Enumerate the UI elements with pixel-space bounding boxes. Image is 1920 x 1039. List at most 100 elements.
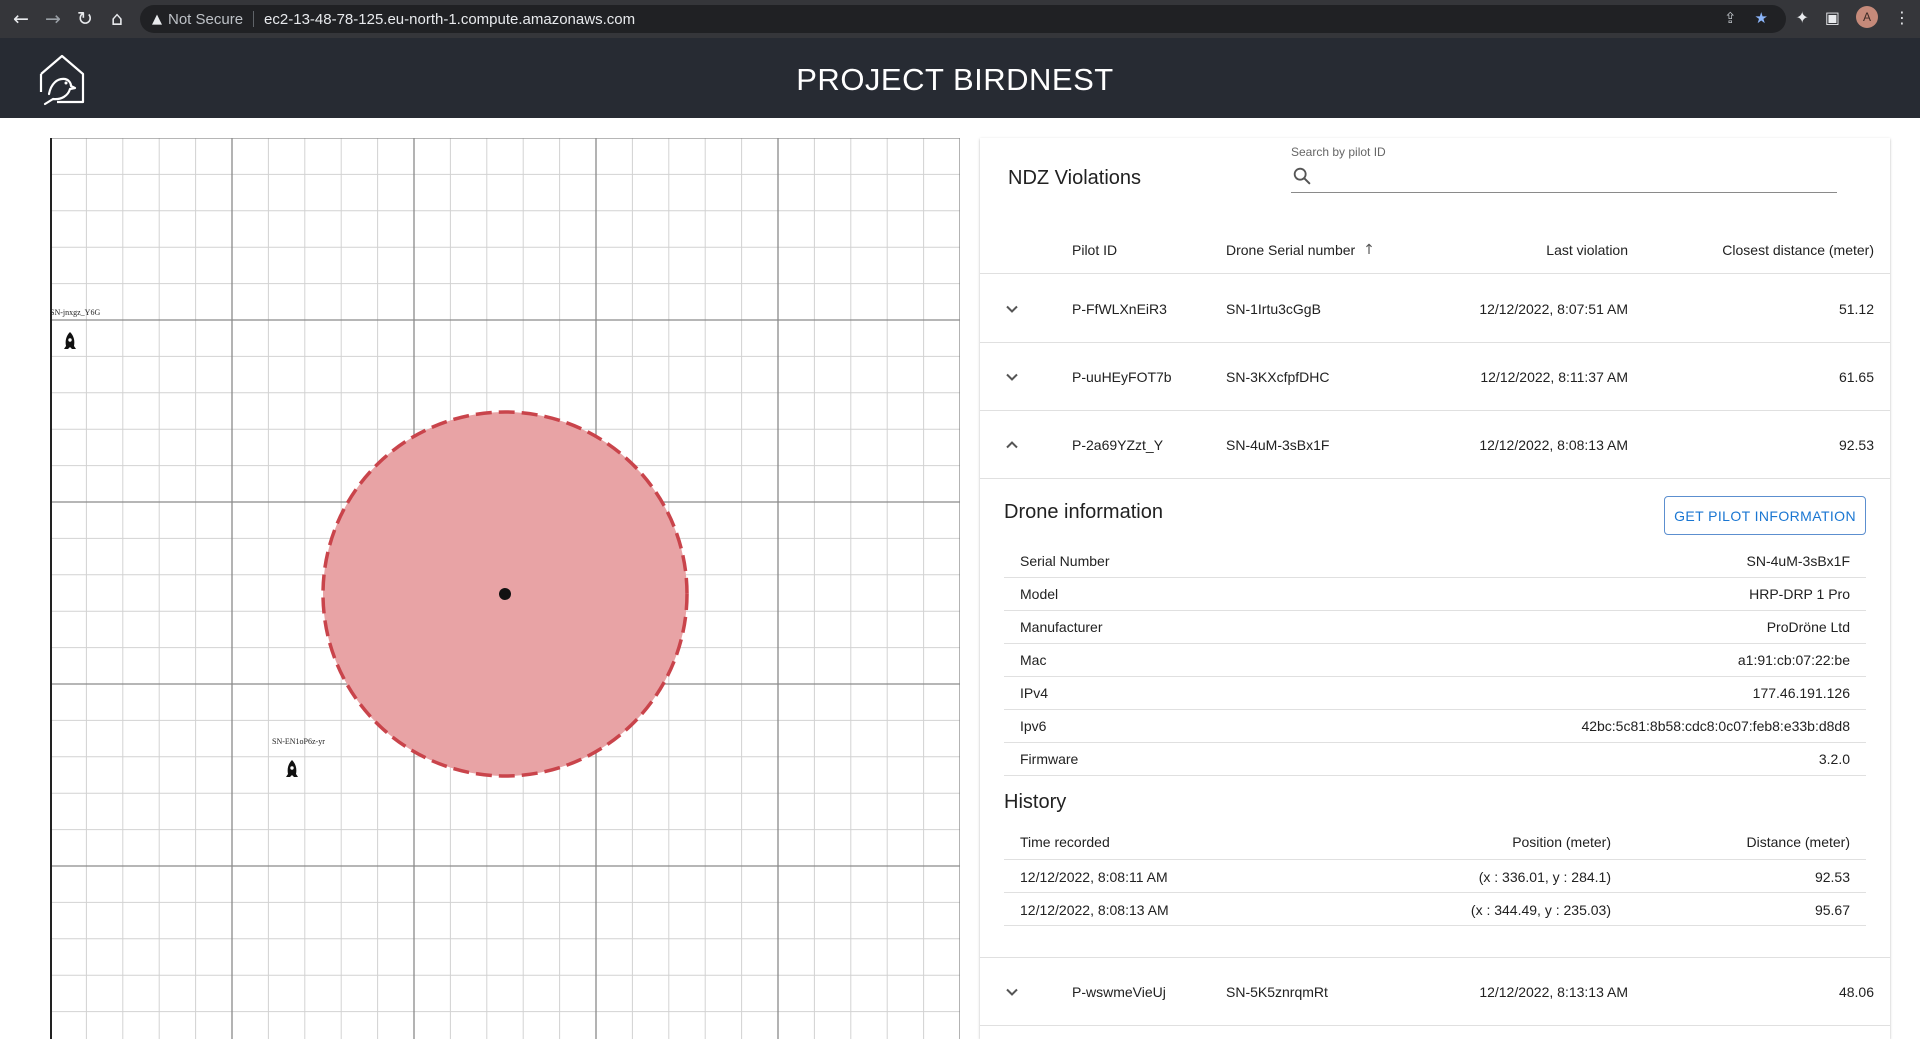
- table-row[interactable]: P-2a69YZzt_Y SN-4uM-3sBx1F 12/12/2022, 8…: [980, 411, 1890, 479]
- column-closest-distance[interactable]: Closest distance (meter): [1722, 226, 1874, 273]
- info-key: IPv4: [1020, 685, 1049, 701]
- chevron-down-icon: [1006, 988, 1018, 996]
- search-input[interactable]: [1319, 165, 1829, 189]
- expand-row-button[interactable]: [998, 978, 1026, 1006]
- drone-info-table: Serial Number SN-4uM-3sBx1F Model HRP-DR…: [1004, 545, 1866, 776]
- chevron-up-icon: [1006, 441, 1018, 449]
- browser-toolbar: ← → ↻ ⌂ ▲ Not Secure ec2-13-48-78-125.eu…: [0, 0, 1920, 38]
- drone-icon[interactable]: [64, 332, 76, 349]
- security-label: Not Secure: [168, 10, 244, 28]
- last-violation-cell: 12/12/2022, 8:11:37 AM: [1480, 368, 1628, 385]
- info-key: Manufacturer: [1020, 619, 1103, 635]
- history-time: 12/12/2022, 8:08:13 AM: [1020, 902, 1169, 918]
- info-value: 42bc:5c81:8b58:cdc8:0c07:feb8:e33b:d8d8: [1581, 718, 1850, 734]
- last-violation-cell: 12/12/2022, 8:13:13 AM: [1479, 983, 1628, 1000]
- table-row[interactable]: P-uuHEyFOT7b SN-3KXcfpfDHC 12/12/2022, 8…: [980, 343, 1890, 411]
- info-value: SN-4uM-3sBx1F: [1746, 553, 1850, 569]
- map-grid: SN-jnxgz_Y6G SN-EN1oP6z-yr: [50, 138, 960, 1039]
- search-icon: [1293, 167, 1311, 185]
- serial-cell: SN-5K5znrqmRt: [1226, 983, 1328, 1000]
- pilot-id-cell: P-2a69YZzt_Y: [1072, 436, 1164, 453]
- table-header: Pilot ID Drone Serial number ↑ Last viol…: [980, 226, 1890, 274]
- history-position: (x : 336.01, y : 284.1): [1478, 869, 1611, 885]
- info-row: IPv4 177.46.191.126: [1004, 677, 1866, 710]
- history-title: History: [1004, 791, 1067, 813]
- closest-distance-cell: 48.06: [1838, 983, 1874, 1000]
- drone-label: SN-jnxgz_Y6G: [50, 308, 100, 317]
- pilot-id-cell: P-FfWLXnEiR3: [1072, 300, 1167, 317]
- get-pilot-info-button[interactable]: GET PILOT INFORMATION: [1664, 496, 1866, 535]
- history-table: Time recorded Position (meter) Distance …: [1004, 825, 1866, 926]
- search-field[interactable]: [1291, 163, 1837, 193]
- drone-icon[interactable]: [286, 760, 298, 777]
- nest-center: [499, 588, 511, 600]
- history-distance: 92.53: [1814, 869, 1850, 885]
- info-value: ProDröne Ltd: [1766, 619, 1850, 635]
- last-violation-cell: 12/12/2022, 8:07:51 AM: [1479, 300, 1628, 317]
- bookmark-star-icon[interactable]: ★: [1755, 9, 1768, 27]
- divider: [253, 11, 255, 27]
- pilot-id-cell: P-wswmeVieUj: [1072, 983, 1166, 1000]
- chevron-down-icon: [1006, 305, 1018, 313]
- column-last-violation[interactable]: Last violation: [1546, 226, 1628, 273]
- expand-row-button[interactable]: [998, 363, 1026, 391]
- menu-kebab-icon[interactable]: ⋮: [1894, 8, 1910, 27]
- info-row: Firmware 3.2.0: [1004, 743, 1866, 776]
- extensions-icon[interactable]: ✦: [1795, 8, 1808, 27]
- column-pilot-id[interactable]: Pilot ID: [1072, 226, 1117, 273]
- address-bar[interactable]: ▲ Not Secure ec2-13-48-78-125.eu-north-1…: [140, 5, 1786, 33]
- column-serial[interactable]: Drone Serial number ↑: [1226, 226, 1375, 273]
- info-key: Mac: [1020, 652, 1047, 668]
- closest-distance-cell: 51.12: [1838, 300, 1874, 317]
- back-icon[interactable]: ←: [6, 4, 36, 34]
- info-key: Serial Number: [1020, 553, 1110, 569]
- drone-map[interactable]: SN-jnxgz_Y6G SN-EN1oP6z-yr: [50, 138, 960, 1039]
- collapse-row-button[interactable]: [998, 431, 1026, 459]
- table-row[interactable]: P-wswmeVieUj SN-5K5znrqmRt 12/12/2022, 8…: [980, 958, 1890, 1026]
- history-col-distance: Distance (meter): [1746, 834, 1850, 850]
- history-header: Time recorded Position (meter) Distance …: [1004, 825, 1866, 860]
- info-row: Mac a1:91:cb:07:22:be: [1004, 644, 1866, 677]
- history-distance: 95.67: [1814, 902, 1850, 918]
- chevron-down-icon: [1006, 373, 1018, 381]
- sort-ascending-icon[interactable]: ↑: [1363, 242, 1375, 258]
- page-title: PROJECT BIRDNEST: [796, 62, 1114, 97]
- history-col-time: Time recorded: [1020, 834, 1110, 850]
- history-time: 12/12/2022, 8:08:11 AM: [1020, 869, 1168, 885]
- side-panel-icon[interactable]: ▣: [1825, 8, 1840, 27]
- serial-cell: SN-1Irtu3cGgB: [1226, 300, 1321, 317]
- info-row: Ipv6 42bc:5c81:8b58:cdc8:0c07:feb8:e33b:…: [1004, 710, 1866, 743]
- drone-info-title: Drone information: [1004, 501, 1163, 523]
- expand-row-button[interactable]: [998, 295, 1026, 323]
- last-violation-cell: 12/12/2022, 8:08:13 AM: [1479, 436, 1628, 453]
- reload-icon[interactable]: ↻: [70, 4, 100, 34]
- closest-distance-cell: 61.65: [1838, 368, 1874, 385]
- closest-distance-cell: 92.53: [1838, 436, 1874, 453]
- info-value: HRP-DRP 1 Pro: [1749, 586, 1850, 602]
- violations-panel: NDZ Violations Search by pilot ID Pilot …: [980, 138, 1890, 1039]
- info-value: 3.2.0: [1818, 751, 1850, 767]
- serial-cell: SN-3KXcfpfDHC: [1226, 368, 1330, 385]
- home-icon[interactable]: ⌂: [102, 4, 132, 34]
- history-row: 12/12/2022, 8:08:13 AM (x : 344.49, y : …: [1004, 893, 1866, 926]
- info-row: Serial Number SN-4uM-3sBx1F: [1004, 545, 1866, 578]
- history-row: 12/12/2022, 8:08:11 AM (x : 336.01, y : …: [1004, 860, 1866, 893]
- warning-icon: ▲: [152, 11, 162, 27]
- info-row: Manufacturer ProDröne Ltd: [1004, 611, 1866, 644]
- forward-icon[interactable]: →: [38, 4, 68, 34]
- info-key: Firmware: [1020, 751, 1079, 767]
- info-value: a1:91:cb:07:22:be: [1737, 652, 1850, 668]
- app-header: PROJECT BIRDNEST: [0, 38, 1920, 118]
- url-text[interactable]: ec2-13-48-78-125.eu-north-1.compute.amaz…: [264, 11, 635, 28]
- search-label: Search by pilot ID: [1291, 145, 1386, 159]
- history-col-position: Position (meter): [1512, 834, 1611, 850]
- info-row: Model HRP-DRP 1 Pro: [1004, 578, 1866, 611]
- info-value: 177.46.191.126: [1752, 685, 1850, 701]
- serial-cell: SN-4uM-3sBx1F: [1226, 436, 1330, 453]
- table-row[interactable]: P-FfWLXnEiR3 SN-1Irtu3cGgB 12/12/2022, 8…: [980, 275, 1890, 343]
- drone-detail: Drone information GET PILOT INFORMATION …: [980, 478, 1890, 958]
- share-icon[interactable]: ⇪: [1724, 9, 1737, 27]
- column-serial-label: Drone Serial number: [1226, 241, 1356, 258]
- info-key: Ipv6: [1020, 718, 1047, 734]
- avatar[interactable]: A: [1856, 6, 1878, 28]
